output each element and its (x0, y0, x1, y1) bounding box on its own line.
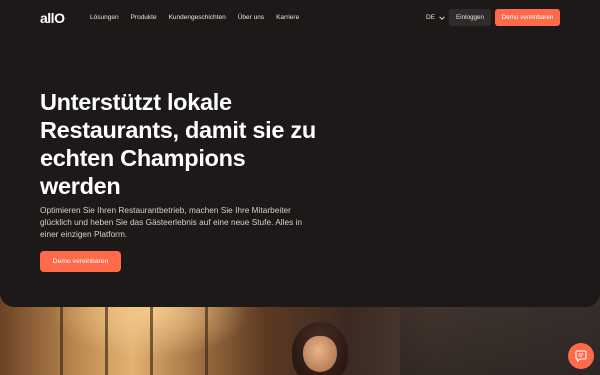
hero-section: allO Lösungen Produkte Kundengeschichten… (0, 0, 600, 307)
nav-link-produkte[interactable]: Produkte (131, 13, 157, 23)
top-navigation: allO Lösungen Produkte Kundengeschichten… (0, 0, 600, 36)
nav-link-kundengeschichten[interactable]: Kundengeschichten (169, 13, 226, 23)
nav-link-karriere[interactable]: Karriere (276, 13, 299, 23)
language-label: DE (426, 14, 436, 21)
hero-demo-button[interactable]: Demo vereinbaren (40, 251, 121, 272)
nav-links: Lösungen Produkte Kundengeschichten Über… (90, 13, 311, 23)
nav-link-ueber-uns[interactable]: Über uns (238, 13, 264, 23)
chat-icon (575, 350, 587, 363)
chat-button[interactable] (568, 343, 594, 369)
nav-demo-button[interactable]: Demo vereinbaren (495, 9, 560, 26)
language-selector[interactable]: DE (426, 13, 446, 23)
brand-logo[interactable]: allO (40, 10, 65, 26)
hero-subtext: Optimieren Sie Ihren Restaurantbetrieb, … (40, 205, 302, 239)
hero-headline: Unterstützt lokale Restaurants, damit si… (40, 89, 316, 199)
chevron-down-icon (439, 16, 445, 20)
nav-link-loesungen[interactable]: Lösungen (90, 13, 119, 23)
woman-face (303, 336, 337, 372)
login-button[interactable]: Einloggen (449, 9, 491, 26)
